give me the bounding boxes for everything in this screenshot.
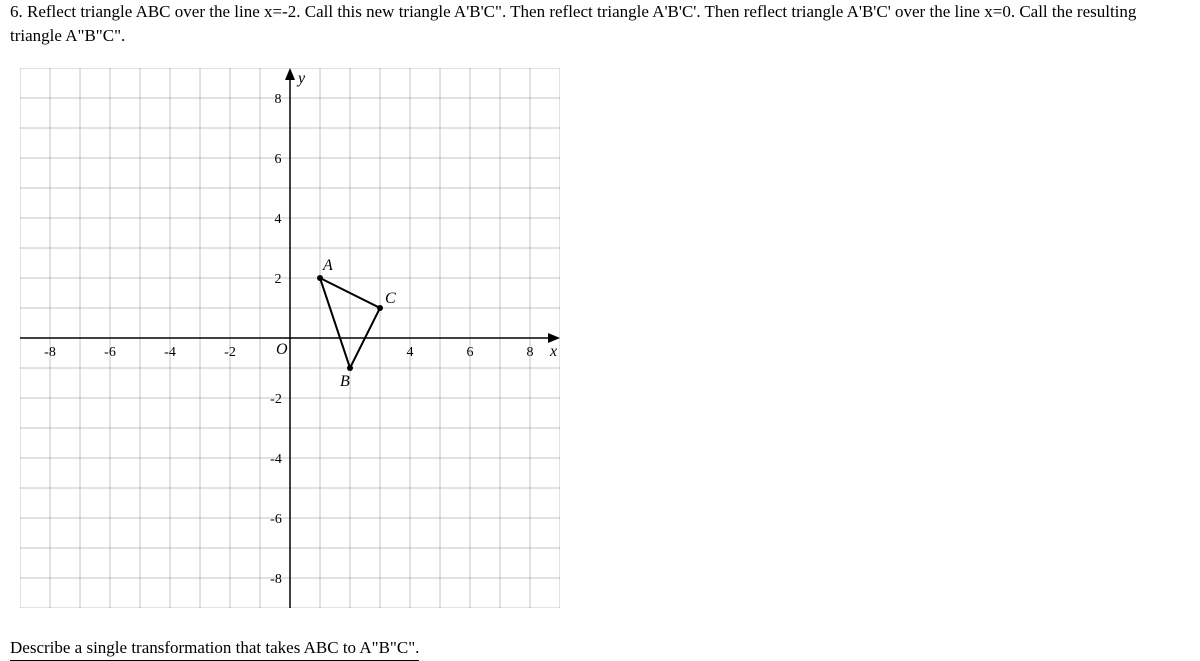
point-label-b: B bbox=[340, 373, 350, 390]
triangle-abc: A B C bbox=[317, 257, 396, 390]
x-tick-label: -6 bbox=[104, 345, 116, 360]
y-axis-label: y bbox=[296, 70, 306, 87]
question-number: 6. bbox=[10, 2, 23, 21]
y-tick-label: -8 bbox=[270, 572, 282, 587]
graph-svg: -8 -6 -4 -2 4 6 8 8 6 4 2 -2 -4 -6 -8 O … bbox=[20, 68, 560, 608]
y-tick-label: 4 bbox=[275, 212, 282, 227]
x-tick-label: -2 bbox=[224, 345, 236, 360]
question-body: Reflect triangle ABC over the line x=-2.… bbox=[10, 2, 1136, 45]
x-axis-arrow-icon bbox=[548, 333, 560, 343]
coordinate-graph: -8 -6 -4 -2 4 6 8 8 6 4 2 -2 -4 -6 -8 O … bbox=[20, 68, 560, 608]
question-text: 6. Reflect triangle ABC over the line x=… bbox=[10, 0, 1190, 48]
x-tick-label: 6 bbox=[467, 345, 474, 360]
final-prompt: Describe a single transformation that ta… bbox=[10, 638, 419, 661]
x-tick-label: 8 bbox=[527, 345, 534, 360]
point-label-a: A bbox=[322, 257, 333, 274]
x-tick-label: -8 bbox=[44, 345, 56, 360]
y-tick-label: 2 bbox=[275, 272, 282, 287]
x-tick-label: -4 bbox=[164, 345, 176, 360]
point-label-c: C bbox=[385, 290, 396, 307]
origin-label: O bbox=[276, 341, 288, 358]
x-tick-label: 4 bbox=[407, 345, 414, 360]
y-tick-label: -4 bbox=[270, 452, 282, 467]
y-tick-label: -2 bbox=[270, 392, 282, 407]
x-axis-label: x bbox=[549, 343, 557, 360]
y-tick-label: 6 bbox=[275, 152, 282, 167]
y-tick-label: 8 bbox=[275, 92, 282, 107]
y-tick-label: -6 bbox=[270, 512, 282, 527]
y-axis-arrow-icon bbox=[285, 68, 295, 80]
